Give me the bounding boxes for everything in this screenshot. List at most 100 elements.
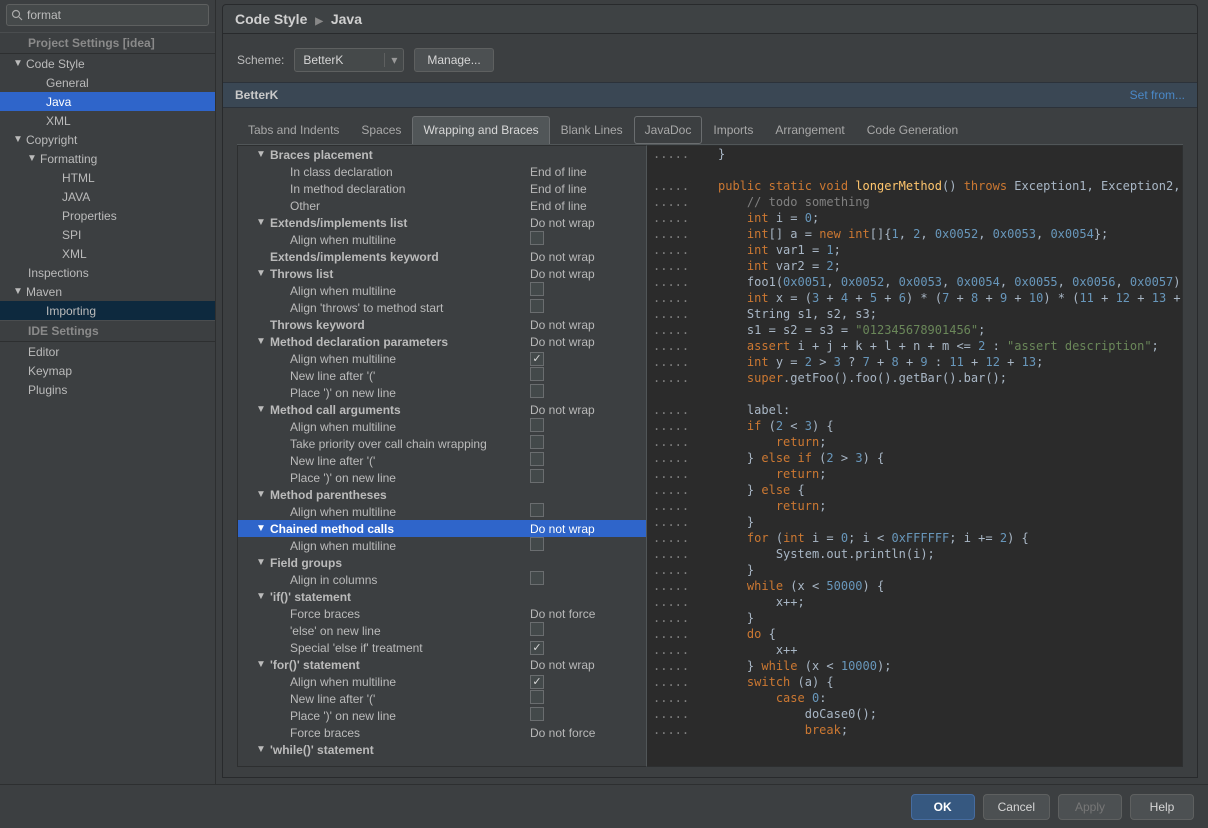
checkbox[interactable] xyxy=(530,622,544,636)
tab-imports[interactable]: Imports xyxy=(702,116,764,144)
checkbox[interactable] xyxy=(530,537,544,551)
checkbox[interactable] xyxy=(530,690,544,704)
checkbox[interactable]: ✓ xyxy=(530,675,544,689)
opt-newline-after-paren-3[interactable]: New line after '(' xyxy=(238,690,646,707)
opt-newline-after-paren-1[interactable]: New line after '(' xyxy=(238,367,646,384)
tree-java-copyright[interactable]: JAVA xyxy=(0,187,215,206)
checkbox[interactable]: ✓ xyxy=(530,352,544,366)
code-preview[interactable]: ..... } ..... public static void longerM… xyxy=(647,145,1183,767)
apply-button[interactable]: Apply xyxy=(1058,794,1122,820)
tab-code-generation[interactable]: Code Generation xyxy=(856,116,969,144)
checkbox[interactable] xyxy=(530,367,544,381)
scheme-subheader: BetterK Set from... xyxy=(223,82,1197,108)
chevron-right-icon: ▶ xyxy=(315,16,323,27)
tree-importing[interactable]: Importing xyxy=(0,301,215,320)
manage-button[interactable]: Manage... xyxy=(414,48,493,72)
opt-align-multiline-3[interactable]: Align when multiline✓ xyxy=(238,350,646,367)
opt-method-parentheses[interactable]: ▼Method parentheses xyxy=(238,486,646,503)
search-field[interactable] xyxy=(6,4,209,26)
tab-spaces[interactable]: Spaces xyxy=(350,116,412,144)
checkbox[interactable] xyxy=(530,435,544,449)
tree-inspections[interactable]: Inspections xyxy=(0,263,215,282)
opt-else-new-line[interactable]: 'else' on new line xyxy=(238,622,646,639)
opt-chained-method-calls[interactable]: ▼Chained method callsDo not wrap xyxy=(238,520,646,537)
opt-special-else-if[interactable]: Special 'else if' treatment✓ xyxy=(238,639,646,656)
tree-copyright[interactable]: ▼Copyright xyxy=(0,130,215,149)
tab-tabs-indents[interactable]: Tabs and Indents xyxy=(237,116,350,144)
opt-take-priority[interactable]: Take priority over call chain wrapping xyxy=(238,435,646,452)
opt-field-groups[interactable]: ▼Field groups xyxy=(238,554,646,571)
checkbox[interactable] xyxy=(530,282,544,296)
opt-align-multiline-7[interactable]: Align when multiline✓ xyxy=(238,673,646,690)
breadcrumb-leaf: Java xyxy=(331,11,362,27)
tree-keymap[interactable]: Keymap xyxy=(0,361,215,380)
set-from-link[interactable]: Set from... xyxy=(1130,88,1185,102)
checkbox[interactable] xyxy=(530,231,544,245)
checkbox[interactable] xyxy=(530,707,544,721)
opt-place-paren-3[interactable]: Place ')' on new line xyxy=(238,707,646,724)
checkbox[interactable] xyxy=(530,418,544,432)
checkbox[interactable] xyxy=(530,571,544,585)
search-input[interactable] xyxy=(23,8,204,22)
tree-plugins[interactable]: Plugins xyxy=(0,380,215,399)
opt-method-call-args[interactable]: ▼Method call argumentsDo not wrap xyxy=(238,401,646,418)
tree-general[interactable]: General xyxy=(0,73,215,92)
checkbox[interactable] xyxy=(530,503,544,517)
opt-align-multiline-2[interactable]: Align when multiline xyxy=(238,282,646,299)
tree-formatting[interactable]: ▼Formatting xyxy=(0,149,215,168)
checkbox[interactable] xyxy=(530,299,544,313)
tab-wrapping-braces[interactable]: Wrapping and Braces xyxy=(412,116,549,144)
dialog-footer: OK Cancel Apply Help xyxy=(0,784,1208,828)
search-icon xyxy=(11,9,23,21)
opt-throws-kw[interactable]: Throws keywordDo not wrap xyxy=(238,316,646,333)
options-tree[interactable]: ▼Braces placement In class declarationEn… xyxy=(237,145,647,767)
opt-while-statement[interactable]: ▼'while()' statement xyxy=(238,741,646,758)
breadcrumb: Code Style ▶ Java xyxy=(222,4,1198,34)
opt-place-paren-1[interactable]: Place ')' on new line xyxy=(238,384,646,401)
opt-method-decl-params[interactable]: ▼Method declaration parametersDo not wra… xyxy=(238,333,646,350)
opt-align-columns[interactable]: Align in columns xyxy=(238,571,646,588)
tab-javadoc[interactable]: JavaDoc xyxy=(634,116,703,144)
checkbox[interactable]: ✓ xyxy=(530,641,544,655)
tree-maven[interactable]: ▼Maven xyxy=(0,282,215,301)
opt-align-multiline-4[interactable]: Align when multiline xyxy=(238,418,646,435)
opt-for-statement[interactable]: ▼'for()' statementDo not wrap xyxy=(238,656,646,673)
scheme-label: Scheme: xyxy=(237,53,284,67)
settings-tree: Project Settings [idea] ▼Code Style Gene… xyxy=(0,30,215,784)
opt-throws-list[interactable]: ▼Throws listDo not wrap xyxy=(238,265,646,282)
checkbox[interactable] xyxy=(530,384,544,398)
tree-xml[interactable]: XML xyxy=(0,111,215,130)
opt-in-class-decl[interactable]: In class declarationEnd of line xyxy=(238,163,646,180)
opt-if-statement[interactable]: ▼'if()' statement xyxy=(238,588,646,605)
opt-extends-implements[interactable]: ▼Extends/implements listDo not wrap xyxy=(238,214,646,231)
opt-extends-implements-kw[interactable]: Extends/implements keywordDo not wrap xyxy=(238,248,646,265)
help-button[interactable]: Help xyxy=(1130,794,1194,820)
tree-spi[interactable]: SPI xyxy=(0,225,215,244)
opt-align-multiline-1[interactable]: Align when multiline xyxy=(238,231,646,248)
tab-blank-lines[interactable]: Blank Lines xyxy=(550,116,634,144)
opt-align-multiline-6[interactable]: Align when multiline xyxy=(238,537,646,554)
checkbox[interactable] xyxy=(530,469,544,483)
section-ide-settings: IDE Settings xyxy=(0,320,215,342)
tree-editor[interactable]: Editor xyxy=(0,342,215,361)
cancel-button[interactable]: Cancel xyxy=(983,794,1050,820)
opt-force-braces-1[interactable]: Force bracesDo not force xyxy=(238,605,646,622)
opt-braces-placement[interactable]: ▼Braces placement xyxy=(238,146,646,163)
opt-force-braces-2[interactable]: Force bracesDo not force xyxy=(238,724,646,741)
opt-newline-after-paren-2[interactable]: New line after '(' xyxy=(238,452,646,469)
tree-java[interactable]: Java xyxy=(0,92,215,111)
tree-properties[interactable]: Properties xyxy=(0,206,215,225)
opt-align-throws[interactable]: Align 'throws' to method start xyxy=(238,299,646,316)
ok-button[interactable]: OK xyxy=(911,794,975,820)
checkbox[interactable] xyxy=(530,452,544,466)
tab-arrangement[interactable]: Arrangement xyxy=(764,116,855,144)
opt-place-paren-2[interactable]: Place ')' on new line xyxy=(238,469,646,486)
scheme-combo[interactable]: BetterK ▾ xyxy=(294,48,404,72)
opt-in-method-decl[interactable]: In method declarationEnd of line xyxy=(238,180,646,197)
opt-align-multiline-5[interactable]: Align when multiline xyxy=(238,503,646,520)
opt-other[interactable]: OtherEnd of line xyxy=(238,197,646,214)
breadcrumb-root: Code Style xyxy=(235,11,307,27)
tree-html[interactable]: HTML xyxy=(0,168,215,187)
tree-xml-copyright[interactable]: XML xyxy=(0,244,215,263)
tree-code-style[interactable]: ▼Code Style xyxy=(0,54,215,73)
